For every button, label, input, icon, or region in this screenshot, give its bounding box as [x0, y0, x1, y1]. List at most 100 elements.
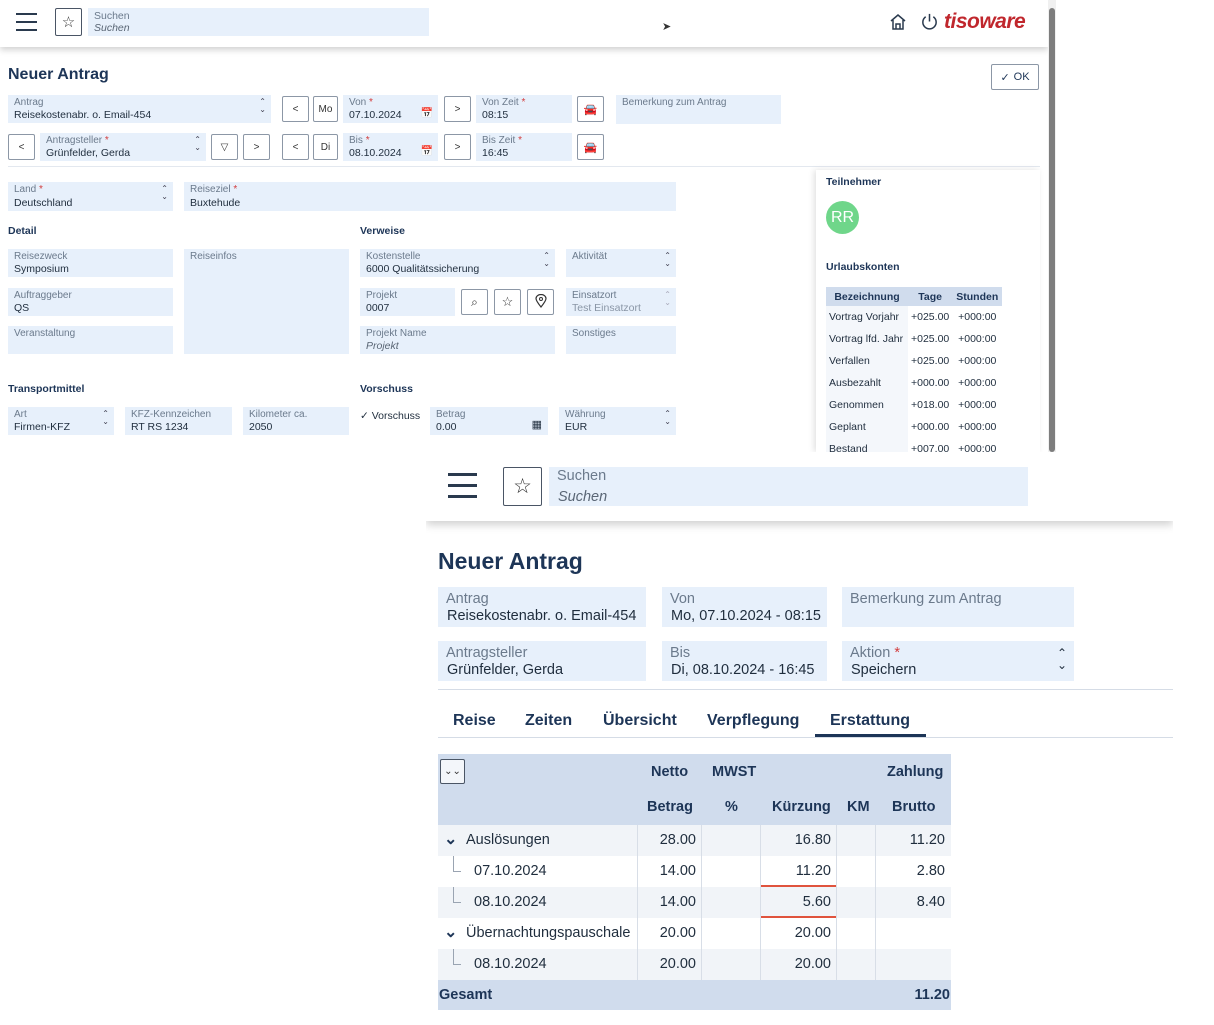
antragsteller-label: Antragsteller * — [46, 135, 109, 146]
projekt-value: 0007 — [366, 302, 390, 314]
next-day-button-bis[interactable]: > — [444, 134, 471, 160]
hamburger-menu-icon[interactable] — [448, 473, 477, 498]
tab-reise[interactable]: Reise — [453, 712, 496, 730]
land-select[interactable]: Land * Deutschland ⌃ ⌄ — [8, 182, 173, 211]
projekt-favorite-button[interactable]: ☆ — [494, 289, 521, 315]
column-divider — [701, 949, 702, 980]
einsatzort-label: Einsatzort — [572, 290, 617, 301]
table-cell: Bestand — [826, 438, 908, 452]
power-icon[interactable] — [920, 12, 939, 31]
betrag-input[interactable]: Betrag 0.00 ▦ — [430, 407, 548, 435]
chevron-down-icon[interactable]: ⌄ — [444, 829, 457, 849]
von-zeit-input[interactable]: Von Zeit * 08:15 — [476, 95, 572, 123]
projekt-input[interactable]: Projekt 0007 — [360, 288, 455, 316]
car-time-button-von[interactable]: 🚘 — [577, 96, 604, 122]
table-row[interactable]: 07.10.2024 14.00 11.20 2.80 — [438, 856, 951, 887]
km-input[interactable]: Kilometer ca. 2050 — [243, 407, 349, 435]
weekday-von-label: Mo — [318, 103, 333, 115]
search-input[interactable]: Suchen Suchen — [549, 467, 1028, 506]
updown-icon: ⌃ ⌄ — [194, 135, 201, 152]
car-time-button-bis[interactable]: 🚘 — [577, 134, 604, 160]
scrollbar-thumb[interactable] — [1049, 8, 1055, 452]
prev-antragsteller-button[interactable]: < — [8, 134, 35, 160]
hamburger-menu-icon[interactable] — [16, 13, 37, 31]
zahlung-header: Zahlung — [887, 764, 944, 780]
favorite-star-button[interactable]: ☆ — [55, 8, 82, 36]
waehrung-select[interactable]: Währung EUR ⌃ ⌄ — [559, 407, 676, 435]
antragsteller-label-text: Antragsteller — [46, 135, 103, 146]
reiseinfos-textarea[interactable]: Reiseinfos — [184, 249, 349, 354]
updown-icon: ⌃ ⌄ — [259, 97, 266, 114]
reisezweck-label: Reisezweck — [14, 251, 68, 262]
vorschuss-heading: Vorschuss — [360, 383, 413, 395]
ok-button[interactable]: ✓ OK — [991, 64, 1039, 90]
projekt-location-button[interactable] — [527, 289, 554, 315]
calendar-icon[interactable]: 📅 — [421, 146, 433, 157]
prev-day-button-bis[interactable]: < — [282, 134, 309, 160]
bemerkung-input[interactable]: Bemerkung zum Antrag — [842, 587, 1074, 627]
table-row[interactable]: 08.10.2024 20.00 20.00 — [438, 949, 951, 980]
bemerkung-label: Bemerkung zum Antrag — [622, 97, 727, 108]
avatar[interactable]: RR — [826, 201, 859, 234]
table-row: Genommen +018.00 +000:00 — [826, 394, 1002, 416]
reisezweck-input[interactable]: Reisezweck Symposium — [8, 249, 173, 277]
aktion-select[interactable]: Aktion * Speichern ⌃ ⌄ — [842, 641, 1074, 681]
column-divider — [760, 825, 761, 856]
tab-übersicht[interactable]: Übersicht — [603, 712, 677, 730]
aktion-value: Speichern — [851, 662, 917, 678]
sonstiges-input[interactable]: Sonstiges — [566, 326, 676, 354]
home-icon[interactable] — [888, 12, 908, 32]
next-day-button-von[interactable]: > — [444, 96, 471, 122]
tab-verpflegung[interactable]: Verpflegung — [707, 712, 799, 730]
brutto-cell: 2.80 — [916, 863, 945, 879]
einsatzort-select[interactable]: Einsatzort Test Einsatzort ⌃ ⌄ — [566, 288, 676, 316]
search-input[interactable]: Suchen Suchen — [88, 8, 429, 36]
auftraggeber-input[interactable]: Auftraggeber QS — [8, 288, 173, 316]
tab-zeiten[interactable]: Zeiten — [525, 712, 572, 730]
column-divider — [836, 918, 837, 949]
antragsteller-select[interactable]: Antragsteller * Grünfelder, Gerda ⌃ ⌄ — [40, 133, 206, 161]
aktion-label: Aktion * — [850, 645, 900, 661]
antrag-label: Antrag — [446, 591, 489, 607]
table-row[interactable]: 08.10.2024 14.00 5.60 8.40 — [438, 887, 951, 918]
vorschuss-checkbox[interactable]: ✓ Vorschuss — [360, 410, 420, 422]
favorite-star-button[interactable]: ☆ — [503, 467, 542, 506]
art-value: Firmen-KFZ — [14, 421, 70, 433]
reiseziel-input[interactable]: Reiseziel * Buxtehude — [184, 182, 676, 211]
tab-erstattung[interactable]: Erstattung — [830, 712, 910, 730]
kfz-input[interactable]: KFZ-Kennzeichen RT RS 1234 — [125, 407, 232, 435]
column-divider — [701, 825, 702, 856]
calendar-icon[interactable]: 📅 — [421, 108, 433, 119]
bis-date-input[interactable]: Bis * 08.10.2024 📅 — [343, 133, 438, 161]
tree-line — [453, 949, 461, 965]
antrag-select[interactable]: Antrag Reisekostenabr. o. Email-454 ⌃ ⌄ — [8, 95, 271, 123]
reisezweck-value: Symposium — [14, 263, 69, 275]
search-placeholder: Suchen — [558, 489, 608, 505]
projekt-search-button[interactable]: ⌕ — [461, 289, 488, 315]
table-cell: Genommen — [826, 394, 908, 416]
prev-day-button-von[interactable]: < — [282, 96, 309, 122]
art-select[interactable]: Art Firmen-KFZ ⌃ ⌄ — [8, 407, 114, 435]
check-icon: ✓ — [360, 410, 369, 422]
column-divider — [875, 887, 876, 918]
von-date-input[interactable]: Von * 07.10.2024 📅 — [343, 95, 438, 123]
bemerkung-input[interactable]: Bemerkung zum Antrag — [616, 95, 781, 124]
betrag-header: Betrag — [647, 799, 693, 815]
car-icon: 🚘 — [583, 103, 598, 116]
kostenstelle-select[interactable]: Kostenstelle 6000 Qualitätssicherung ⌃ ⌄ — [360, 249, 555, 277]
von-value: 07.10.2024 — [349, 109, 402, 121]
table-cell: +007.00 — [911, 443, 950, 452]
divider — [8, 166, 1040, 167]
aktivitaet-select[interactable]: Aktivität ⌃ ⌄ — [566, 249, 676, 277]
chevron-down-icon[interactable]: ⌄ — [444, 922, 457, 942]
veranstaltung-input[interactable]: Veranstaltung — [8, 326, 173, 354]
next-antragsteller-button[interactable]: > — [243, 134, 270, 160]
group-row[interactable]: ⌄ Auslösungen 28.00 16.80 11.20 — [438, 825, 951, 856]
projekt-name-input[interactable]: Projekt Name Projekt — [360, 326, 555, 354]
group-row[interactable]: ⌄ Übernachtungspauschale 20.00 20.00 — [438, 918, 951, 949]
row-label: 08.10.2024 — [474, 956, 547, 972]
collapse-all-button[interactable]: ⌄⌄ — [440, 759, 465, 784]
calculator-icon[interactable]: ▦ — [532, 418, 542, 431]
bis-zeit-input[interactable]: Bis Zeit * 16:45 — [476, 133, 572, 161]
filter-button[interactable]: ▽ — [211, 134, 238, 160]
